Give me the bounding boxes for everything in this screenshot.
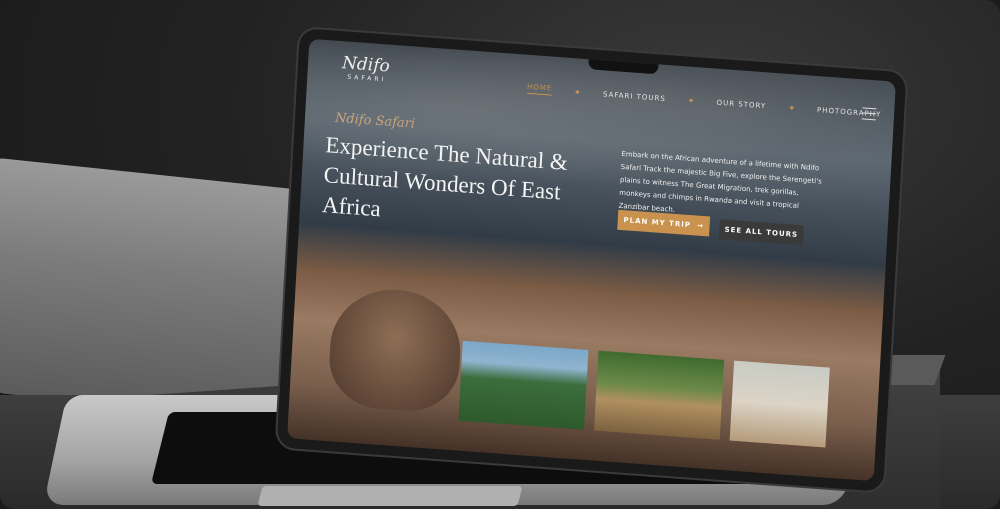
- nav-separator-icon: [575, 89, 580, 95]
- nav-separator-icon: [689, 98, 694, 103]
- see-all-tours-label: SEE ALL TOURS: [724, 225, 799, 240]
- menu-icon[interactable]: [861, 107, 877, 121]
- nav-separator-icon: [789, 105, 794, 110]
- mountain-thumbnail[interactable]: [458, 340, 589, 430]
- photo-scene: Ndifo SAFARI HOME SAFARI TOURS OUR STORY…: [0, 0, 1000, 509]
- laptop-lid: Ndifo SAFARI HOME SAFARI TOURS OUR STORY…: [276, 28, 907, 492]
- hero-headline: Experience The Natural & Cultural Wonder…: [321, 132, 569, 222]
- trackpad: [257, 486, 523, 506]
- plan-my-trip-label: PLAN MY TRIP: [623, 216, 692, 230]
- elephant-image: [327, 285, 464, 415]
- website-screen: Ndifo SAFARI HOME SAFARI TOURS OUR STORY…: [287, 38, 896, 482]
- nav-item-home[interactable]: HOME: [526, 82, 553, 96]
- lion-thumbnail[interactable]: [593, 350, 725, 440]
- arrow-right-icon: →: [696, 221, 705, 231]
- site-logo[interactable]: Ndifo SAFARI: [341, 53, 391, 92]
- nav-item-our-story[interactable]: OUR STORY: [716, 98, 766, 110]
- beach-thumbnail[interactable]: [729, 360, 830, 448]
